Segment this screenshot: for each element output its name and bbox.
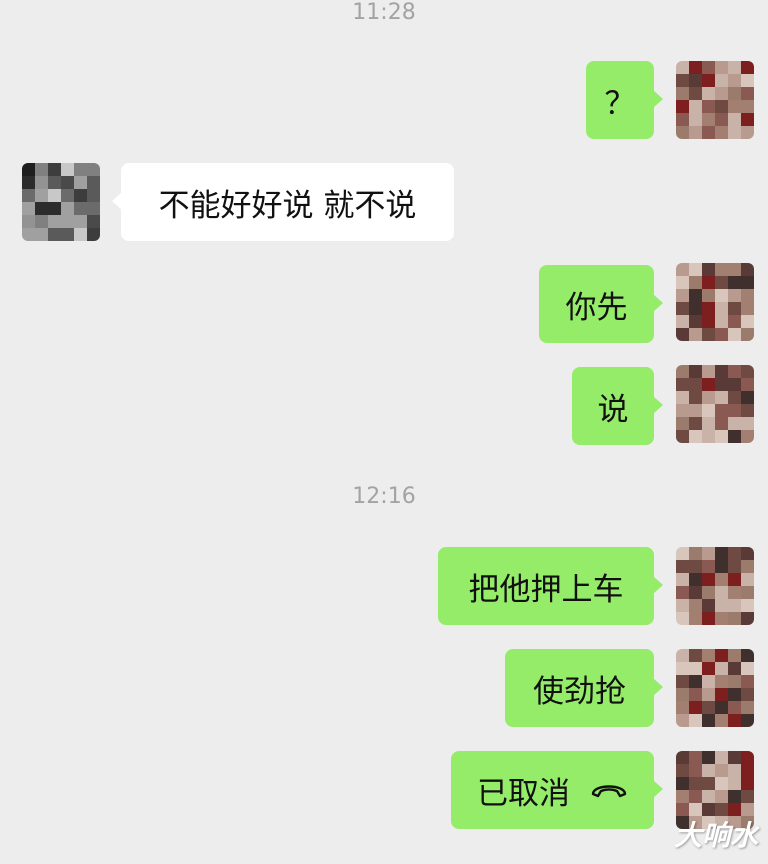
message-text: 你先 bbox=[565, 289, 628, 326]
message-text: 说 bbox=[597, 391, 629, 428]
message-bubble-sent[interactable]: 你先 bbox=[539, 265, 663, 343]
hang-up-phone-icon bbox=[591, 785, 627, 798]
message-bubble-sent[interactable]: 说 bbox=[572, 367, 663, 445]
my-avatar[interactable] bbox=[676, 365, 754, 443]
message-bubble-sent[interactable]: ？ bbox=[586, 61, 663, 139]
message-text: 把他押上车 bbox=[468, 571, 624, 608]
timestamp: 11:28 bbox=[352, 0, 416, 25]
my-avatar[interactable] bbox=[676, 61, 754, 139]
message-text: 使劲抢 bbox=[533, 673, 626, 710]
watermark-logo: 大响水 bbox=[673, 819, 758, 852]
chat-conversation: 11:28 ？ 不能好好说 就不说 你先 说 12:16 把他押上车 使劲抢 已… bbox=[0, 0, 768, 864]
message-text: ？ bbox=[604, 85, 636, 122]
my-avatar[interactable] bbox=[676, 547, 754, 625]
message-bubble-sent[interactable]: 把他押上车 bbox=[438, 547, 663, 625]
my-avatar[interactable] bbox=[676, 263, 754, 341]
message-bubble-received[interactable]: 不能好好说 就不说 bbox=[112, 163, 454, 241]
contact-avatar[interactable] bbox=[22, 163, 100, 241]
call-record-bubble[interactable]: 已取消 bbox=[451, 751, 663, 829]
my-avatar[interactable] bbox=[676, 649, 754, 727]
message-bubble-sent[interactable]: 使劲抢 bbox=[505, 649, 663, 727]
message-text: 不能好好说 就不说 bbox=[158, 187, 417, 224]
timestamp: 12:16 bbox=[352, 484, 416, 509]
message-text: 已取消 bbox=[477, 775, 570, 812]
